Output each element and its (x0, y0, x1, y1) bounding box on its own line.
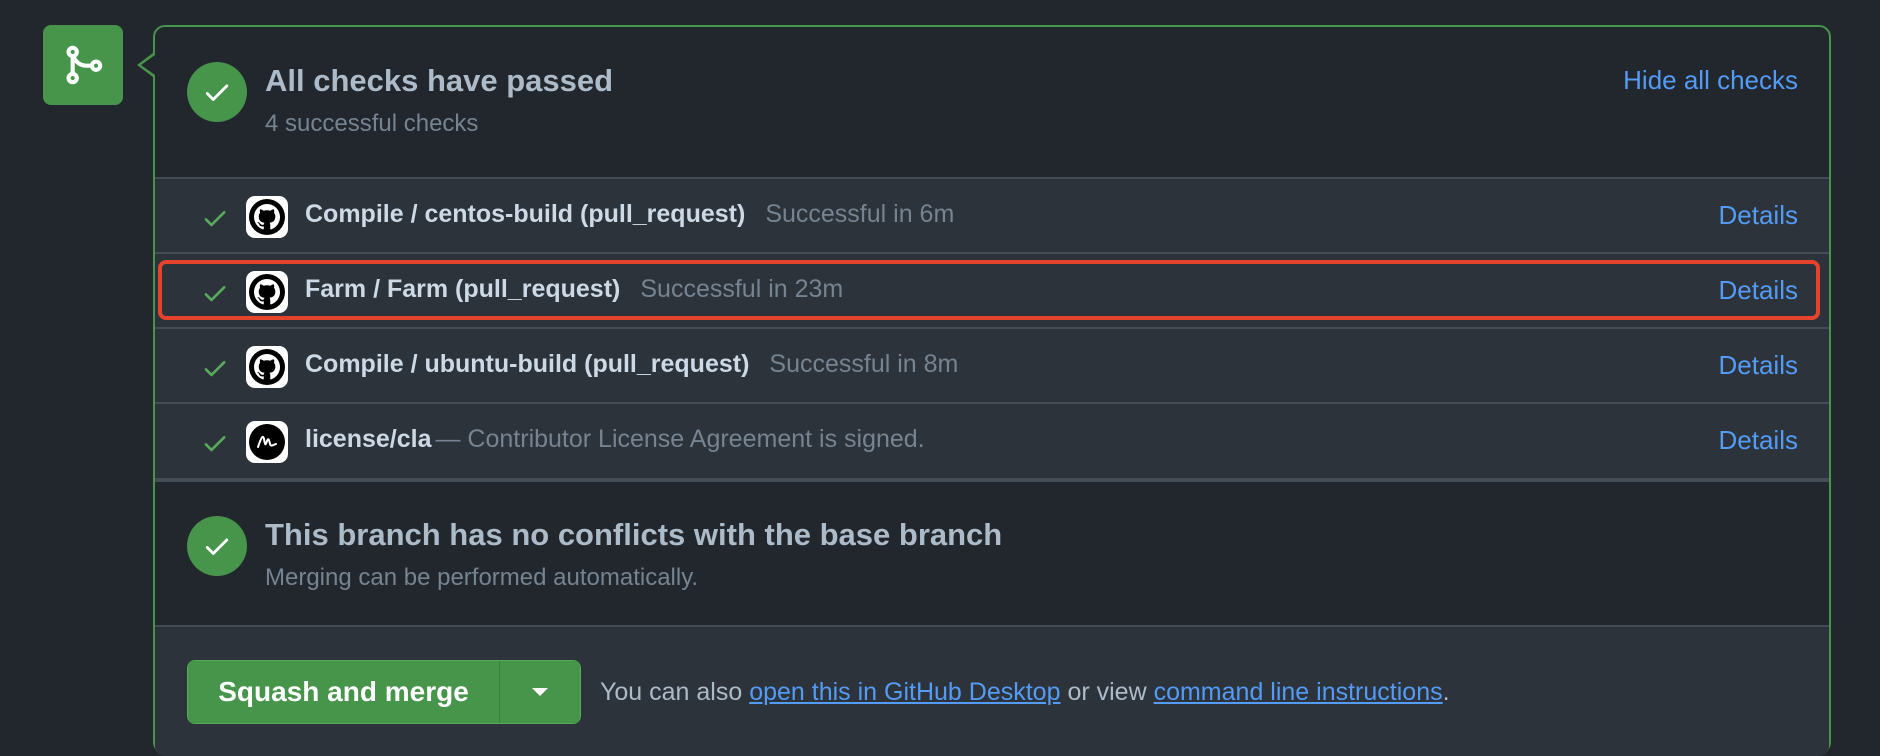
github-icon[interactable] (246, 196, 288, 238)
success-check-icon (187, 516, 247, 576)
check-icon (204, 436, 226, 452)
check-name: Compile / centos-build (pull_request) (305, 200, 746, 228)
check-description: — Contributor License Agreement is signe… (435, 425, 925, 453)
merge-hint: You can also open this in GitHub Desktop… (600, 678, 1450, 707)
checks-summary: All checks have passed 4 successful chec… (155, 27, 1829, 179)
success-check-icon (187, 62, 247, 122)
hint-prefix: You can also (600, 678, 743, 706)
github-icon[interactable] (246, 346, 288, 388)
conflicts-subtitle: Merging can be performed automatically. (265, 564, 699, 591)
check-icon (204, 286, 226, 302)
check-row-centos-build: Compile / centos-build (pull_request) Suc… (155, 179, 1829, 254)
details-link[interactable]: Details (1719, 350, 1798, 381)
check-row-farm: Farm / Farm (pull_request) Successful in … (155, 254, 1829, 329)
hint-suffix: . (1442, 678, 1450, 706)
squash-and-merge-button[interactable]: Squash and merge (188, 661, 500, 723)
conflicts-summary: This branch has no conflicts with the ba… (155, 480, 1829, 627)
check-icon (204, 211, 226, 227)
panel-pointer-fill (141, 55, 155, 75)
caret-down-icon (532, 688, 548, 696)
git-merge-icon (43, 25, 123, 105)
conflicts-title: This branch has no conflicts with the ba… (265, 517, 1003, 552)
checks-status-title: All checks have passed (265, 63, 614, 98)
hint-middle: or view (1067, 678, 1147, 706)
details-link[interactable]: Details (1719, 425, 1798, 456)
check-row-license-cla: license/cla — Contributor License Agreeme… (155, 404, 1829, 480)
check-name: Compile / ubuntu-build (pull_request) (305, 350, 750, 378)
details-link[interactable]: Details (1719, 200, 1798, 231)
check-description: Successful in 23m (640, 275, 844, 303)
merge-options-dropdown[interactable] (500, 661, 580, 723)
check-name: Farm / Farm (pull_request) (305, 275, 621, 303)
cla-signature-icon[interactable] (246, 421, 288, 463)
checks-list: Compile / centos-build (pull_request) Suc… (155, 179, 1829, 480)
merge-button-group: Squash and merge (187, 660, 581, 724)
checks-status-subtitle: 4 successful checks (265, 110, 479, 137)
github-icon[interactable] (246, 271, 288, 313)
check-description: Successful in 8m (769, 350, 959, 378)
check-row-ubuntu-build: Compile / ubuntu-build (pull_request) Suc… (155, 329, 1829, 404)
merge-actions: Squash and merge You can also open this … (155, 627, 1829, 756)
merge-box: All checks have passed 4 successful chec… (153, 25, 1831, 756)
hide-all-checks-link[interactable]: Hide all checks (1623, 65, 1798, 96)
check-name: license/cla (305, 425, 432, 453)
check-description: Successful in 6m (765, 200, 955, 228)
command-line-instructions-link[interactable]: command line instructions (1154, 678, 1443, 706)
details-link[interactable]: Details (1719, 275, 1798, 306)
github-desktop-link[interactable]: open this in GitHub Desktop (749, 678, 1060, 706)
check-icon (204, 361, 226, 377)
